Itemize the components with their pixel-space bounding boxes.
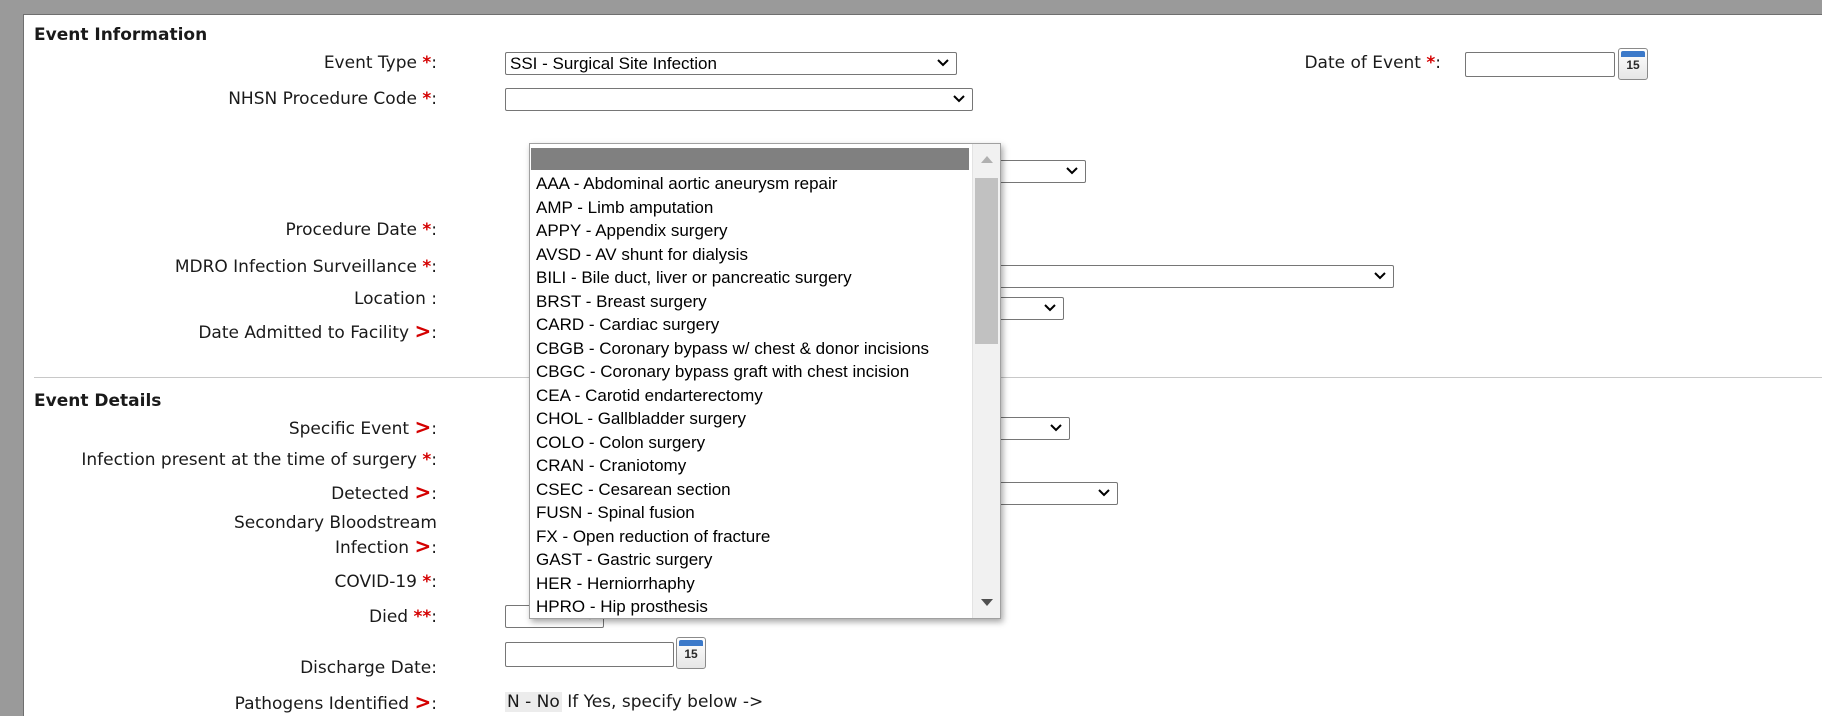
secondary-bsi-label-line1: Secondary Bloodstream: [234, 513, 437, 533]
section-title-event-information: Event Information: [34, 25, 208, 45]
calendar-icon[interactable]: 15: [1618, 48, 1648, 80]
mdro-surveillance-label: MDRO Infection Surveillance *:: [174, 257, 437, 277]
procedure-date-label: Procedure Date *:: [285, 220, 437, 240]
dropdown-option[interactable]: FX - Open reduction of fracture: [536, 525, 972, 549]
specific-event-label: Specific Event >:: [288, 415, 437, 439]
form-panel: Event Information Event Type *: SSI - Su…: [23, 14, 1822, 716]
scroll-down-arrow-icon[interactable]: [981, 599, 993, 606]
mdro-surveillance-select[interactable]: [964, 265, 1394, 288]
chevron-down-icon: [1066, 167, 1078, 175]
discharge-date-label: Discharge Date:: [300, 658, 437, 678]
secondary-bsi-label-line2: Infection >:: [334, 534, 437, 558]
dropdown-option[interactable]: BILI - Bile duct, liver or pancreatic su…: [536, 266, 972, 290]
nhsn-procedure-code-label: NHSN Procedure Code *:: [228, 89, 437, 109]
scrollbar-thumb[interactable]: [975, 178, 998, 344]
dropdown-options: AAA - Abdominal aortic aneurysm repair AM…: [536, 172, 972, 618]
chevron-down-icon: [1050, 424, 1062, 432]
chevron-down-icon: [1374, 272, 1386, 280]
died-label: Died **:: [369, 607, 437, 627]
nhsn-procedure-code-select[interactable]: [505, 88, 973, 111]
dropdown-option[interactable]: CBGC - Coronary bypass graft with chest …: [536, 360, 972, 384]
dropdown-option[interactable]: AVSD - AV shunt for dialysis: [536, 243, 972, 267]
dropdown-option[interactable]: AAA - Abdominal aortic aneurysm repair: [536, 172, 972, 196]
infection-present-label: Infection present at the time of surgery…: [81, 450, 437, 470]
dropdown-option[interactable]: COLO - Colon surgery: [536, 431, 972, 455]
date-of-event-input[interactable]: [1465, 52, 1615, 77]
dropdown-option[interactable]: HPRO - Hip prosthesis: [536, 595, 972, 618]
pathogens-value: N - No If Yes, specify below ->: [505, 692, 764, 712]
dropdown-option[interactable]: CARD - Cardiac surgery: [536, 313, 972, 337]
covid19-label: COVID-19 *:: [334, 572, 437, 592]
dropdown-scrollbar[interactable]: [972, 144, 1000, 618]
pathogens-label: Pathogens Identified >:: [234, 690, 437, 714]
detected-label: Detected >:: [331, 480, 437, 504]
dropdown-option[interactable]: CBGB - Coronary bypass w/ chest & donor …: [536, 337, 972, 361]
chevron-down-icon: [1044, 304, 1056, 312]
dropdown-option[interactable]: FUSN - Spinal fusion: [536, 501, 972, 525]
dropdown-option[interactable]: HER - Herniorrhaphy: [536, 572, 972, 596]
location-label: Location :: [353, 289, 437, 309]
dropdown-option[interactable]: CEA - Carotid endarterectomy: [536, 384, 972, 408]
chevron-down-icon: [1098, 489, 1110, 497]
dropdown-blank-option[interactable]: [531, 148, 969, 170]
event-type-label: Event Type *:: [323, 53, 437, 73]
chevron-down-icon: [937, 59, 949, 67]
section-title-event-details: Event Details: [34, 391, 162, 411]
scroll-up-arrow-icon[interactable]: [981, 156, 993, 163]
dropdown-option[interactable]: CRAN - Craniotomy: [536, 454, 972, 478]
dropdown-option[interactable]: BRST - Breast surgery: [536, 290, 972, 314]
hidden-field-select[interactable]: [988, 160, 1086, 183]
date-admitted-label: Date Admitted to Facility >:: [198, 319, 437, 343]
event-type-select[interactable]: SSI - Surgical Site Infection: [505, 52, 957, 75]
dropdown-option[interactable]: CSEC - Cesarean section: [536, 478, 972, 502]
chevron-down-icon: [953, 95, 965, 103]
dropdown-option[interactable]: CHOL - Gallbladder surgery: [536, 407, 972, 431]
procedure-code-dropdown-list[interactable]: AAA - Abdominal aortic aneurysm repair AM…: [529, 143, 1001, 619]
dropdown-option[interactable]: AMP - Limb amputation: [536, 196, 972, 220]
dropdown-option[interactable]: GAST - Gastric surgery: [536, 548, 972, 572]
date-of-event-label: Date of Event *:: [1304, 53, 1441, 73]
discharge-date-input[interactable]: [505, 642, 674, 667]
dropdown-option[interactable]: APPY - Appendix surgery: [536, 219, 972, 243]
calendar-icon[interactable]: 15: [676, 637, 706, 669]
